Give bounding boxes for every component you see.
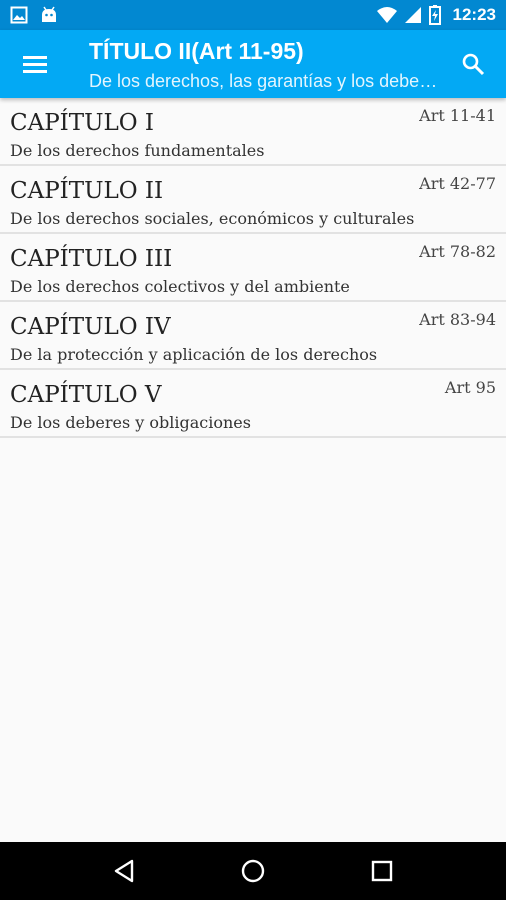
menu-button[interactable] bbox=[10, 39, 60, 89]
chapter-title: CAPÍTULO III bbox=[10, 246, 173, 272]
chapter-description: De los derechos colectivos y del ambient… bbox=[10, 277, 350, 296]
chapter-title: CAPÍTULO IV bbox=[10, 314, 171, 340]
back-icon bbox=[112, 859, 136, 883]
status-right-icons: 12:23 bbox=[376, 5, 496, 25]
recents-icon bbox=[371, 860, 393, 882]
status-bar: 12:23 bbox=[0, 0, 506, 30]
chapter-range: Art 95 bbox=[444, 378, 496, 397]
home-button[interactable] bbox=[225, 843, 281, 899]
list-item-capitulo-3[interactable]: CAPÍTULO III Art 78-82 De los derechos c… bbox=[0, 234, 506, 302]
app-bar: TÍTULO II(Art 11-95) De los derechos, la… bbox=[0, 30, 506, 98]
list-item-capitulo-2[interactable]: CAPÍTULO II Art 42-77 De los derechos so… bbox=[0, 166, 506, 234]
chapter-title: CAPÍTULO II bbox=[10, 178, 164, 204]
android-icon bbox=[40, 6, 58, 24]
page-subtitle: De los derechos, las garantías y los deb… bbox=[89, 71, 439, 91]
chapter-title: CAPÍTULO I bbox=[10, 110, 155, 136]
status-time: 12:23 bbox=[452, 5, 496, 24]
chapter-list: CAPÍTULO I Art 11-41 De los derechos fun… bbox=[0, 98, 506, 438]
home-icon bbox=[240, 858, 266, 884]
search-icon bbox=[461, 52, 485, 76]
chapter-description: De la protección y aplicación de los der… bbox=[10, 345, 378, 364]
list-item-capitulo-5[interactable]: CAPÍTULO V Art 95 De los deberes y oblig… bbox=[0, 370, 506, 438]
page-title: TÍTULO II(Art 11-95) bbox=[89, 38, 304, 64]
chapter-description: De los deberes y obligaciones bbox=[10, 413, 251, 432]
list-item-capitulo-4[interactable]: CAPÍTULO IV Art 83-94 De la protección y… bbox=[0, 302, 506, 370]
chapter-range: Art 78-82 bbox=[419, 242, 496, 261]
image-icon bbox=[10, 6, 28, 24]
chapter-range: Art 11-41 bbox=[419, 106, 496, 125]
signal-icon bbox=[404, 6, 421, 24]
chapter-range: Art 83-94 bbox=[419, 310, 496, 329]
chapter-range: Art 42-77 bbox=[419, 174, 496, 193]
chapter-title: CAPÍTULO V bbox=[10, 382, 162, 408]
back-button[interactable] bbox=[96, 843, 152, 899]
list-item-capitulo-1[interactable]: CAPÍTULO I Art 11-41 De los derechos fun… bbox=[0, 98, 506, 166]
chapter-description: De los derechos sociales, económicos y c… bbox=[10, 209, 415, 228]
wifi-icon bbox=[376, 6, 397, 24]
menu-icon bbox=[23, 54, 47, 74]
battery-icon bbox=[428, 5, 441, 25]
recents-button[interactable] bbox=[354, 843, 410, 899]
search-button[interactable] bbox=[448, 39, 498, 89]
chapter-description: De los derechos fundamentales bbox=[10, 141, 265, 160]
status-left-icons bbox=[10, 6, 58, 24]
navigation-bar bbox=[0, 842, 506, 900]
